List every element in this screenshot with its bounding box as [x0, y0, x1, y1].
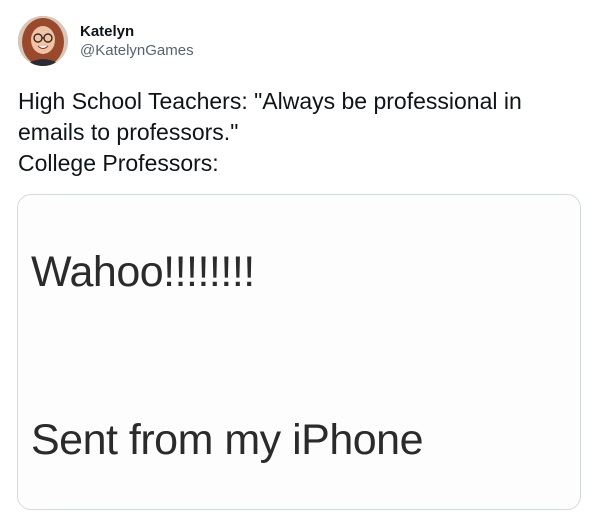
- email-body-text: Wahoo!!!!!!!!: [31, 248, 255, 296]
- user-handle[interactable]: @KatelynGames: [80, 41, 194, 60]
- profile-photo-icon: [18, 16, 68, 66]
- tweet-text-line: emails to professors.": [18, 119, 239, 145]
- tweet-text: High School Teachers: "Always be profess…: [18, 86, 578, 179]
- media-image-card[interactable]: Wahoo!!!!!!!! Sent from my iPhone: [17, 194, 581, 510]
- tweet-text-line: College Professors:: [18, 150, 219, 176]
- display-name[interactable]: Katelyn: [80, 22, 194, 41]
- tweet-text-line: High School Teachers: "Always be profess…: [18, 88, 522, 114]
- tweet-header: Katelyn @KatelynGames: [18, 16, 194, 66]
- email-screenshot: Wahoo!!!!!!!! Sent from my iPhone: [18, 195, 580, 509]
- avatar[interactable]: [18, 16, 68, 66]
- user-info: Katelyn @KatelynGames: [80, 22, 194, 60]
- email-signature-text: Sent from my iPhone: [31, 416, 424, 464]
